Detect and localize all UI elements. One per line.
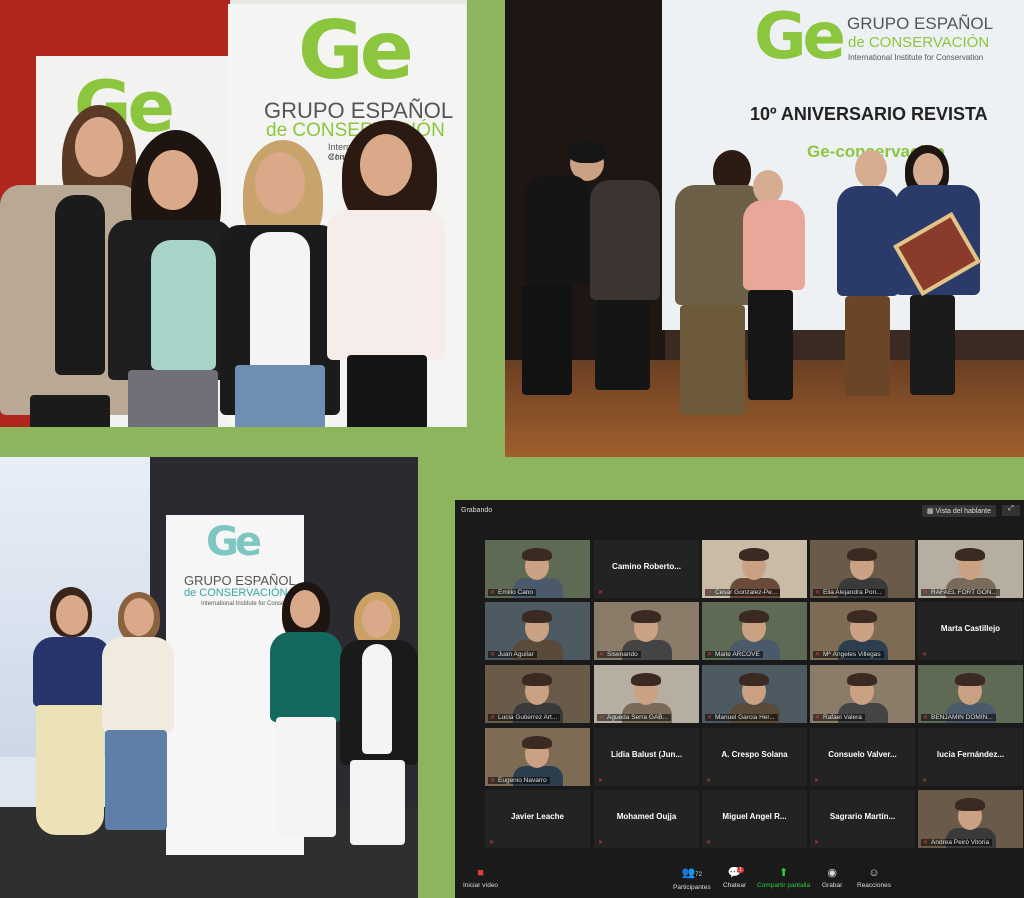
participant-name: Juan Aguilar: [488, 651, 537, 658]
share-screen-label: Compartir pantalla: [757, 882, 811, 889]
rollup-line2: de CONSERVACIÓN: [184, 587, 288, 599]
participant-tile[interactable]: Elia Alejandra Pon...: [810, 540, 915, 598]
participant-tile[interactable]: Mohamed Oujja ✕: [594, 790, 699, 848]
participants-button[interactable]: 👥72 Participantes: [673, 867, 711, 891]
participant-name: Águeda Serra GAB...: [597, 714, 672, 721]
participant-name: Mª Ángeles Villegas: [813, 651, 884, 658]
meeting-toolbar: ■ Iniciar vídeo 👥72 Participantes 💬 1 Ch…: [455, 864, 1024, 898]
participant-tile[interactable]: Emilio Cano: [485, 540, 590, 598]
fullscreen-icon: ⤢: [1008, 505, 1014, 512]
muted-mic-icon: ✕: [706, 840, 712, 846]
participant-name: Mohamed Oujja: [616, 812, 677, 821]
start-video-button[interactable]: ■ Iniciar vídeo: [463, 867, 498, 889]
participant-tile[interactable]: Lucia Gutierrez Art...: [485, 665, 590, 723]
participant-tile[interactable]: Camino Roberto... ✕: [594, 540, 699, 598]
rollup-logo: Ge: [206, 519, 262, 565]
participant-name: Cesar Gonzalez-Pe...: [705, 589, 781, 596]
participant-name: Maite ARCOVE: [705, 651, 763, 658]
participant-tile[interactable]: A. Crespo Solana ✕: [702, 728, 807, 786]
participant-tile[interactable]: Sisenando: [594, 602, 699, 660]
speaker-view-button[interactable]: ▦ Vista del hablante: [921, 505, 996, 517]
speaker-view-label: Vista del hablante: [935, 508, 991, 515]
participant-tile[interactable]: Rafael Valera: [810, 665, 915, 723]
participant-tile[interactable]: RAFAEL FORT GON...: [918, 540, 1023, 598]
photo-group-banner: Ge Ge GRUPO ESPAÑOL de CONSERVACIÓN Inte…: [0, 0, 467, 427]
participant-tile[interactable]: Marta Castillejo ✕: [918, 602, 1023, 660]
participant-name: Miguel Angel R...: [722, 812, 787, 821]
participant-name: Elia Alejandra Pon...: [813, 589, 885, 596]
reactions-label: Reacciones: [857, 882, 891, 889]
stage-logo-line2: de CONSERVACIÓN: [848, 34, 990, 51]
stage-title: 10º ANIVERSARIO REVISTA: [750, 104, 988, 124]
muted-mic-icon: ✕: [598, 590, 604, 596]
muted-mic-icon: ✕: [598, 778, 604, 784]
muted-mic-icon: ✕: [814, 778, 820, 784]
participant-name: Lucia Gutierrez Art...: [488, 714, 561, 721]
start-video-label: Iniciar vídeo: [463, 882, 499, 889]
participant-tile[interactable]: Sagrario Martín... ✕: [810, 790, 915, 848]
participant-tile[interactable]: Maite ARCOVE: [702, 602, 807, 660]
zoom-meeting-window: Grabando ▦ Vista del hablante ⤢ Emilio C…: [455, 500, 1024, 898]
participant-name: Consuelo Valver...: [828, 750, 897, 759]
record-button[interactable]: ◉ Grabar: [822, 867, 842, 889]
participant-name: Manuel Garcia Her...: [705, 714, 778, 721]
photo-group-rollup: Ge GRUPO ESPAÑOL de CONSERVACIÓN Interna…: [0, 457, 418, 898]
reactions-icon: ☺: [868, 867, 880, 879]
participant-tile[interactable]: Águeda Serra GAB...: [594, 665, 699, 723]
muted-mic-icon: ✕: [922, 652, 928, 658]
muted-mic-icon: ✕: [489, 840, 495, 846]
muted-mic-icon: ✕: [814, 840, 820, 846]
participant-name: Javier Leache: [511, 812, 564, 821]
ge-logo-stage: Ge: [754, 0, 846, 74]
muted-mic-icon: ✕: [922, 778, 928, 784]
participant-tile[interactable]: Miguel Angel R... ✕: [702, 790, 807, 848]
participant-name: Marta Castillejo: [940, 624, 1001, 633]
participant-name: Camino Roberto...: [612, 562, 681, 571]
participant-name: A. Crespo Solana: [721, 750, 788, 759]
recording-indicator: Grabando: [461, 507, 493, 514]
participant-name: Sagrario Martín...: [829, 812, 896, 821]
reactions-button[interactable]: ☺ Reacciones: [857, 867, 891, 889]
participant-tile[interactable]: lucia Fernández... ✕: [918, 728, 1023, 786]
participant-tile[interactable]: Javier Leache ✕: [485, 790, 590, 848]
ge-logo: Ge: [298, 4, 414, 97]
participant-name: Sisenando: [597, 651, 641, 658]
record-icon: ◉: [827, 867, 837, 879]
share-screen-icon: ⬆: [778, 867, 789, 879]
participants-label: Participantes: [673, 884, 711, 891]
camera-off-icon: ■: [477, 867, 484, 879]
participant-tile[interactable]: BENJAMIN DOMIN...: [918, 665, 1023, 723]
participant-name: Eugenio Navarro: [488, 777, 550, 784]
stage-logo-line1: GRUPO ESPAÑOL: [847, 14, 994, 33]
participant-tile[interactable]: Mª Ángeles Villegas: [810, 602, 915, 660]
fullscreen-button[interactable]: ⤢: [1002, 505, 1020, 516]
photo-award-stage: Ge GRUPO ESPAÑOL de CONSERVACIÓN Interna…: [505, 0, 1024, 457]
share-screen-button[interactable]: ⬆ Compartir pantalla: [757, 867, 810, 889]
chat-button[interactable]: 💬 1 Chatear: [723, 867, 746, 889]
participant-tile[interactable]: Cesar Gonzalez-Pe...: [702, 540, 807, 598]
participant-name: Andrea Peiró Vitoria: [921, 839, 993, 846]
participant-name: Rafael Valera: [813, 714, 865, 721]
participant-name: lucia Fernández...: [936, 750, 1005, 759]
participant-tile[interactable]: Eugenio Navarro: [485, 728, 590, 786]
participant-tile[interactable]: Consuelo Valver... ✕: [810, 728, 915, 786]
chat-label: Chatear: [723, 882, 747, 889]
stage-logo-line3: International Institute for Conservation: [848, 53, 984, 62]
participant-count: 72: [695, 872, 702, 878]
participants-icon: 👥72: [681, 867, 702, 879]
participant-name: RAFAEL FORT GON...: [921, 589, 1000, 596]
record-label: Grabar: [822, 882, 843, 889]
participant-name: BENJAMIN DOMIN...: [921, 714, 996, 721]
participant-name: Lidia Balust (Jun...: [610, 750, 683, 759]
red-backdrop: [0, 0, 230, 60]
participant-tile[interactable]: Manuel Garcia Her...: [702, 665, 807, 723]
participant-tile[interactable]: Lidia Balust (Jun... ✕: [594, 728, 699, 786]
muted-mic-icon: ✕: [598, 840, 604, 846]
rollup-line1: GRUPO ESPAÑOL: [184, 573, 296, 588]
muted-mic-icon: ✕: [706, 778, 712, 784]
participant-tile[interactable]: Andrea Peiró Vitoria: [918, 790, 1023, 848]
participant-name: Emilio Cano: [488, 589, 537, 596]
participant-tile[interactable]: Juan Aguilar: [485, 602, 590, 660]
chat-badge: 1: [737, 867, 744, 873]
